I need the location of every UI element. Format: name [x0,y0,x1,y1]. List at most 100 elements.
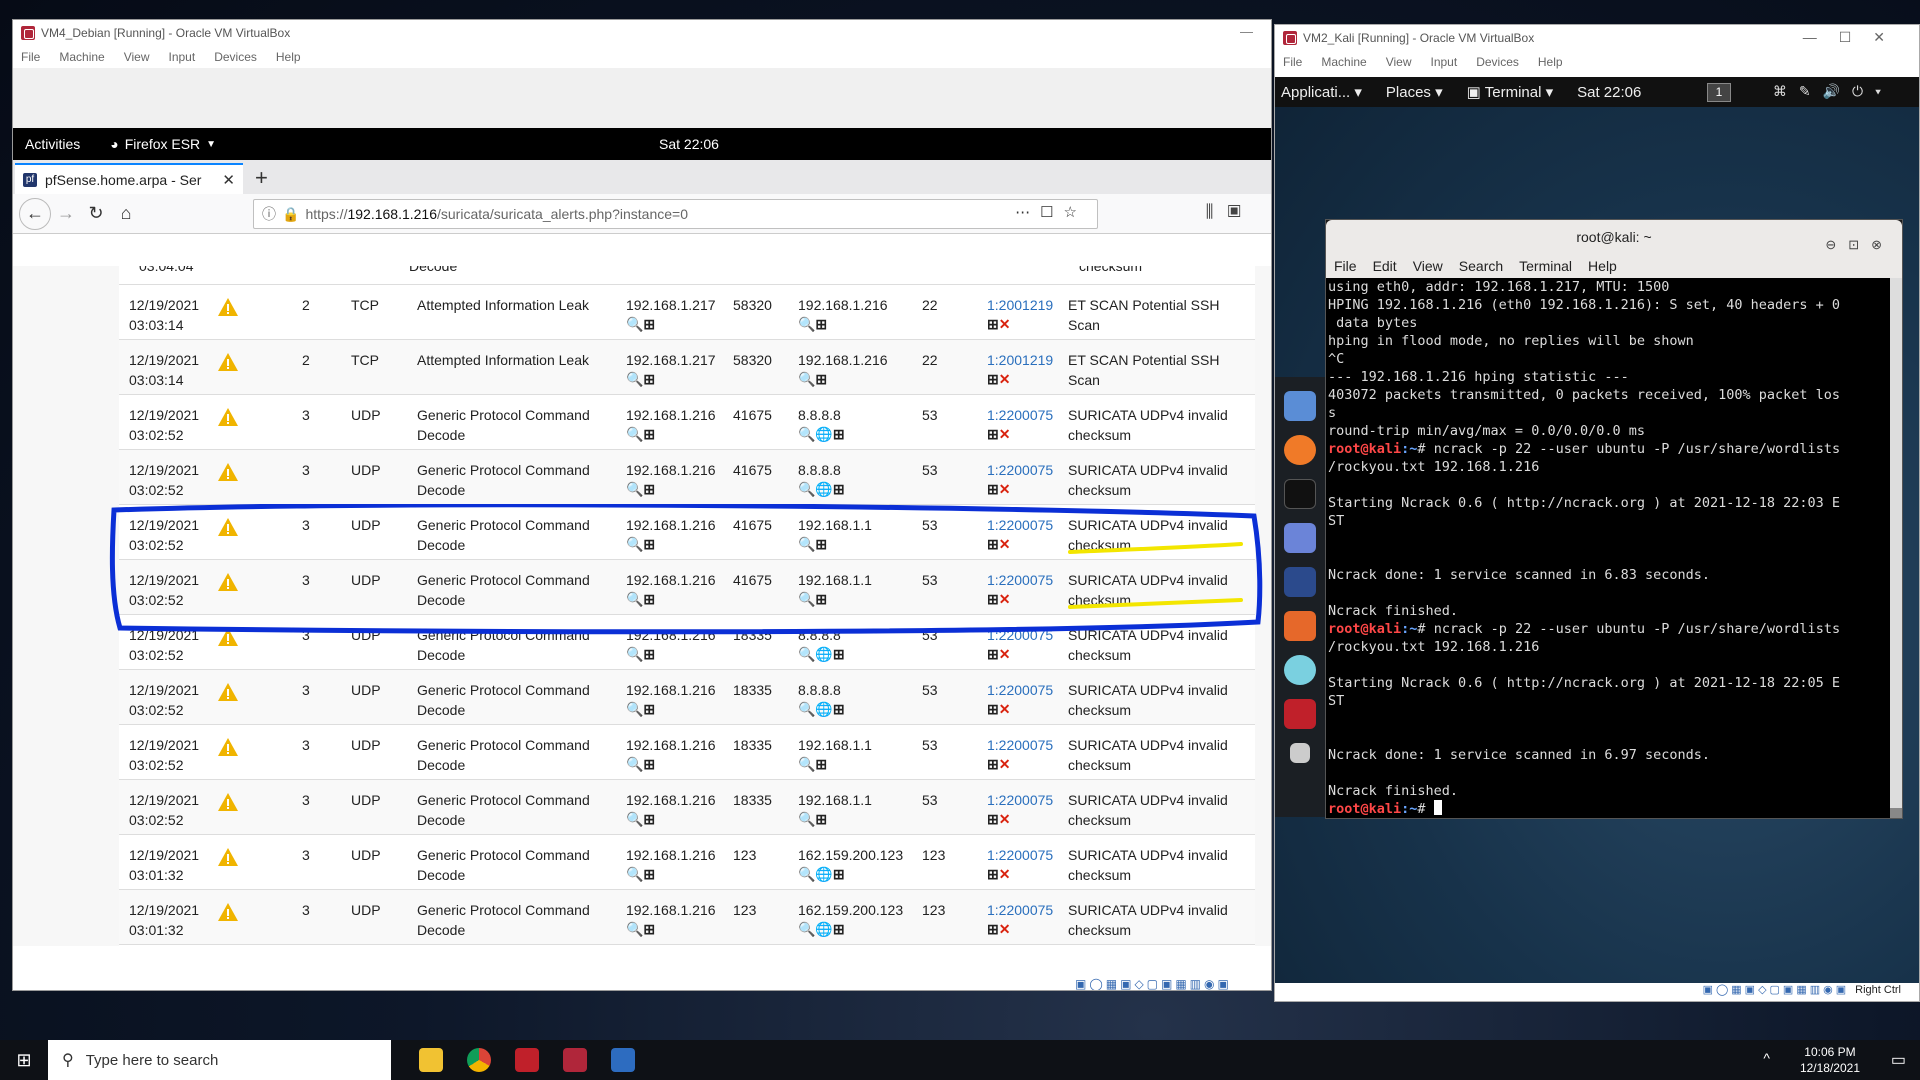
chrome-icon[interactable] [455,1040,503,1080]
forward-icon[interactable]: → [51,199,81,229]
src-lookup-icons[interactable]: 🔍⊞ [626,756,655,773]
sid-action-icons[interactable]: ⊞✕ [987,536,1010,553]
menu-input[interactable]: Input [169,50,196,64]
back-icon[interactable]: ← [19,197,51,230]
menu-help[interactable]: Help [276,50,301,64]
menu-view[interactable]: View [124,50,150,64]
terminal-menu-file[interactable]: File [1334,258,1357,274]
src-lookup-icons[interactable]: 🔍⊞ [626,591,655,608]
cell-sid-link[interactable]: 1:2200075 [987,515,1053,535]
menu-input[interactable]: Input [1431,55,1458,69]
dst-lookup-icons[interactable]: 🔍🌐⊞ [798,921,845,938]
reload-icon[interactable]: ↻ [81,199,111,229]
cell-sid-link[interactable]: 1:2200075 [987,570,1053,590]
cell-sid-link[interactable]: 1:2200075 [987,735,1053,755]
terminal-menu-edit[interactable]: Edit [1373,258,1397,274]
library-sidebar-icons[interactable]: ⫼▣ [1206,202,1255,222]
places-menu[interactable]: Places ▾ [1386,83,1443,101]
sid-action-icons[interactable]: ⊞✕ [987,426,1010,443]
home-icon[interactable]: ⌂ [111,199,141,229]
dst-lookup-icons[interactable]: 🔍🌐⊞ [798,866,845,883]
taskbar-clock[interactable]: 10:06 PM 12/18/2021 [1800,1044,1860,1076]
notification-icon[interactable]: ▭ [1891,1050,1906,1070]
burpsuite-icon[interactable] [1284,611,1316,641]
sid-action-icons[interactable]: ⊞✕ [987,646,1010,663]
eye-app-icon[interactable] [1284,655,1316,685]
sid-action-icons[interactable]: ⊞✕ [987,921,1010,938]
taskbar-search[interactable]: ⚲ Type here to search [48,1040,391,1080]
dst-lookup-icons[interactable]: 🔍⊞ [798,371,827,388]
virtualbox-taskbar-icon[interactable] [551,1040,599,1080]
cell-sid-link[interactable]: 1:2200075 [987,900,1053,920]
sid-action-icons[interactable]: ⊞✕ [987,866,1010,883]
menu-machine[interactable]: Machine [1321,55,1366,69]
menu-help[interactable]: Help [1538,55,1563,69]
tab-pfsense[interactable]: pf pfSense.home.arpa - Ser ✕ [15,163,243,194]
sid-action-icons[interactable]: ⊞✕ [987,371,1010,388]
src-lookup-icons[interactable]: 🔍⊞ [626,811,655,828]
terminal-window[interactable]: root@kali: ~ ⊖⊡⊗ File Edit View Search T… [1325,219,1903,819]
dst-lookup-icons[interactable]: 🔍🌐⊞ [798,646,845,663]
dst-lookup-icons[interactable]: 🔍⊞ [798,591,827,608]
firefox-icon[interactable] [1284,435,1316,465]
activities-button[interactable]: Activities [25,136,80,152]
terminal-window-controls[interactable]: ⊖⊡⊗ [1825,228,1894,262]
vm2-titlebar[interactable]: VM2_Kali [Running] - Oracle VM VirtualBo… [1275,25,1919,51]
window-controls[interactable]: —☐✕ [1803,29,1907,46]
vm4-window[interactable]: VM4_Debian [Running] - Oracle VM Virtual… [12,19,1272,991]
vm4-status-icons[interactable]: ▣◯▦▣◇▢▣▦▥◉▣ [1075,977,1232,990]
cube-app-icon[interactable] [599,1040,647,1080]
cell-sid-link[interactable]: 1:2200075 [987,845,1053,865]
app-bolt-icon[interactable] [503,1040,551,1080]
terminal-scrollbar[interactable] [1890,278,1902,818]
sid-action-icons[interactable]: ⊞✕ [987,811,1010,828]
src-lookup-icons[interactable]: 🔍⊞ [626,536,655,553]
terminal-titlebar[interactable]: root@kali: ~ ⊖⊡⊗ [1326,220,1902,254]
dst-lookup-icons[interactable]: 🔍🌐⊞ [798,701,845,718]
dst-lookup-icons[interactable]: 🔍⊞ [798,811,827,828]
text-editor-icon[interactable] [1284,523,1316,553]
sid-action-icons[interactable]: ⊞✕ [987,701,1010,718]
metasploit-icon[interactable] [1284,567,1316,597]
sid-action-icons[interactable]: ⊞✕ [987,481,1010,498]
src-lookup-icons[interactable]: 🔍⊞ [626,426,655,443]
terminal-scroll-thumb[interactable] [1890,808,1902,818]
sid-action-icons[interactable]: ⊞✕ [987,591,1010,608]
system-tray-icons[interactable]: ⌘✎🔊⏻▾ [1773,83,1893,100]
url-bar[interactable]: ⓘ 🔒 https://192.168.1.216/suricata/suric… [253,199,1098,229]
sid-action-icons[interactable]: ⊞✕ [987,756,1010,773]
info-icon[interactable]: ⓘ [262,204,276,224]
new-tab-button[interactable]: + [255,165,268,191]
vm4-titlebar[interactable]: VM4_Debian [Running] - Oracle VM Virtual… [13,20,1271,46]
show-hidden-icons[interactable]: ^ [1763,1050,1770,1066]
minimize-icon[interactable]: — [1240,24,1253,39]
files-icon[interactable] [1284,391,1316,421]
dst-lookup-icons[interactable]: 🔍⊞ [798,536,827,553]
vm2-window[interactable]: VM2_Kali [Running] - Oracle VM VirtualBo… [1274,24,1920,1002]
cell-sid-link[interactable]: 1:2200075 [987,625,1053,645]
cell-sid-link[interactable]: 1:2001219 [987,350,1053,370]
menu-machine[interactable]: Machine [59,50,104,64]
menu-devices[interactable]: Devices [1476,55,1519,69]
cell-sid-link[interactable]: 1:2200075 [987,680,1053,700]
file-explorer-icon[interactable] [407,1040,455,1080]
terminal-menu-terminal[interactable]: Terminal [1519,258,1572,274]
src-lookup-icons[interactable]: 🔍⊞ [626,481,655,498]
terminal-menu-search[interactable]: Search [1459,258,1503,274]
sid-action-icons[interactable]: ⊞✕ [987,316,1010,333]
close-tab-icon[interactable]: ✕ [222,171,235,189]
dst-lookup-icons[interactable]: 🔍🌐⊞ [798,426,845,443]
menu-file[interactable]: File [21,50,40,64]
terminal-menu-help[interactable]: Help [1588,258,1617,274]
terminal-output[interactable]: using eth0, addr: 192.168.1.217, MTU: 15… [1326,278,1892,818]
applications-menu[interactable]: Applicati... ▾ [1281,83,1362,101]
kali-clock[interactable]: Sat 22:06 [1577,84,1641,101]
menu-file[interactable]: File [1283,55,1302,69]
cell-sid-link[interactable]: 1:2200075 [987,460,1053,480]
cell-sid-link[interactable]: 1:2200075 [987,790,1053,810]
src-lookup-icons[interactable]: 🔍⊞ [626,316,655,333]
src-lookup-icons[interactable]: 🔍⊞ [626,371,655,388]
cell-sid-link[interactable]: 1:2001219 [987,295,1053,315]
dst-lookup-icons[interactable]: 🔍🌐⊞ [798,481,845,498]
dst-lookup-icons[interactable]: 🔍⊞ [798,756,827,773]
